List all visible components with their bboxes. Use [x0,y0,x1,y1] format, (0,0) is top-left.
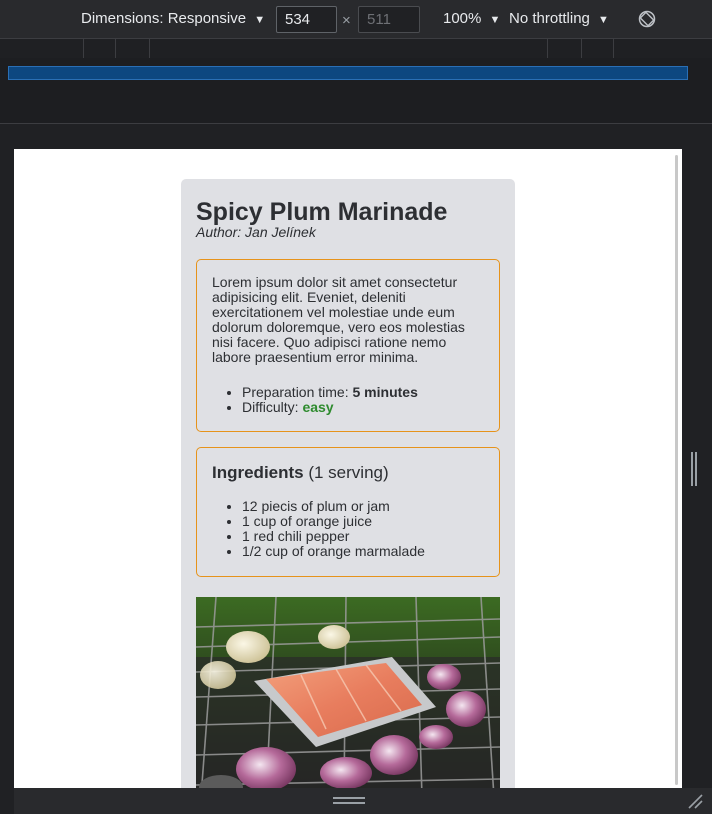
recipe-summary-box: Lorem ipsum dolor sit amet consectetur a… [196,259,500,432]
ruler-segment[interactable] [547,39,581,59]
device-toolbar: Dimensions: Responsive ▼ 534 × 511 100% … [0,0,712,38]
recipe-description: Lorem ipsum dolor sit amet consectetur a… [212,274,465,365]
ingredients-heading: Ingredients (1 serving) [212,463,484,483]
times-separator: × [342,12,351,29]
recipe-facts: Preparation time: 5 minutes Difficulty: … [242,385,484,415]
dimensions-dropdown[interactable]: Dimensions: Responsive ▼ [81,0,265,38]
width-input[interactable]: 534 [276,6,337,33]
ingredients-title: Ingredients [212,463,304,482]
ruler-segment[interactable] [115,39,149,59]
recipe-title: Spicy Plum Marinade [196,198,448,226]
dimensions-label: Dimensions: Responsive [81,10,247,27]
chevron-down-icon: ▼ [489,14,501,26]
ingredients-box: Ingredients (1 serving) 12 piecis of plu… [196,447,500,577]
zoom-label: 100% [443,10,482,27]
ingredients-list: 12 piecis of plum or jam 1 cup of orange… [242,499,484,559]
chevron-down-icon: ▼ [254,14,266,26]
media-query-bar-area [0,58,712,124]
emulated-viewport: Spicy Plum Marinade Author: Jan Jelínek … [14,149,682,788]
zoom-dropdown[interactable]: 100% ▼ [443,0,500,38]
prep-time-value: 5 minutes [352,384,418,400]
chevron-down-icon: ▼ [598,14,609,26]
recipe-card: Spicy Plum Marinade Author: Jan Jelínek … [181,179,515,788]
height-input[interactable]: 511 [358,6,420,33]
ruler-segment[interactable] [83,39,115,59]
resize-grip-icon[interactable] [686,792,704,810]
servings-label: (1 serving) [303,463,389,482]
recipe-author: Author: Jan Jelínek [196,224,316,240]
list-item: 12 piecis of plum or jam [242,499,484,514]
prep-time-item: Preparation time: 5 minutes [242,385,484,400]
ruler-segment[interactable] [581,39,613,59]
throttling-dropdown[interactable]: No throttling ▼ [509,0,609,38]
media-query-ruler [0,38,712,59]
list-item: 1 cup of orange juice [242,514,484,529]
list-item: 1/2 cup of orange marmalade [242,544,484,559]
bottom-resize-handle[interactable] [333,797,365,804]
list-item: 1 red chili pepper [242,529,484,544]
throttling-label: No throttling [509,10,590,27]
difficulty-value: easy [302,399,334,415]
viewport-frame: Spicy Plum Marinade Author: Jan Jelínek … [0,124,712,814]
prep-time-label: Preparation time: [242,384,353,400]
rotate-icon[interactable] [638,10,656,28]
ruler-segment[interactable] [149,39,547,59]
ruler-segment[interactable] [613,39,712,59]
right-resize-handle[interactable] [691,452,697,486]
page-scrollbar[interactable] [675,155,678,785]
media-query-bar[interactable] [8,66,688,80]
difficulty-label: Difficulty: [242,399,303,415]
difficulty-item: Difficulty: easy [242,400,484,415]
recipe-photo [196,597,500,788]
